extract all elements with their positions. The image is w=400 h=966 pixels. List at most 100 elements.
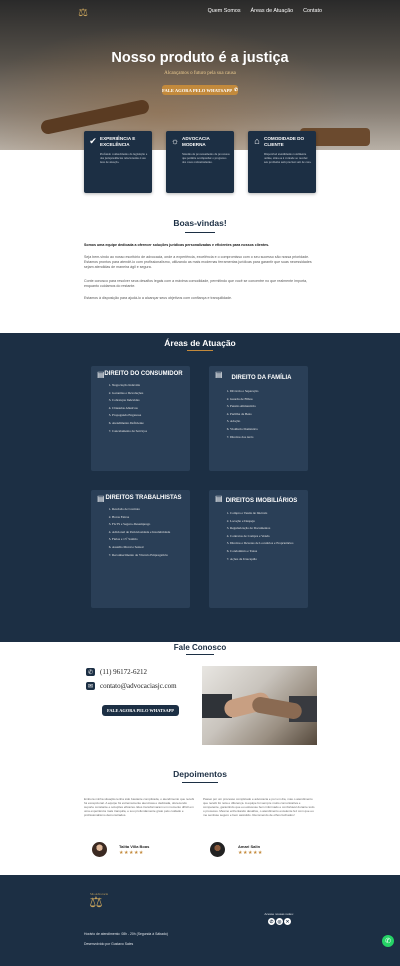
divider xyxy=(187,350,213,351)
rating-stars: ★★★★★ xyxy=(119,850,144,856)
area-card-imobiliarios: ▤ DIREITOS IMOBILIÁRIOS Compra e Venda d… xyxy=(209,490,308,608)
list-item: Adicional de Periculosidade e Insalubrid… xyxy=(112,529,185,537)
handshake-image xyxy=(202,666,317,745)
avatar xyxy=(92,842,107,857)
list-item: Compra e Venda de Imóveis xyxy=(230,510,303,518)
footer xyxy=(0,875,400,966)
list-item: Reconhecimento de Vínculo Empregatício xyxy=(112,552,185,560)
email-address: contato@advocaciasjc.com xyxy=(100,682,177,690)
area-card-title: DIREITOS IMOBILIÁRIOS xyxy=(225,498,298,504)
list-item: Divórcio e Separação xyxy=(230,388,303,396)
list-item: Ações de Usucapião xyxy=(230,556,303,564)
check-circle-icon: ✔ xyxy=(89,135,97,146)
list-item: Cláusulas Abusivas xyxy=(112,405,185,413)
contact-title: Fale Conosco xyxy=(173,643,227,652)
list-item: Cobranças Indevidas xyxy=(112,397,185,405)
document-icon: ▤ xyxy=(97,370,105,379)
contact-whatsapp-button[interactable]: FALE AGORA PELO WHATSAPP xyxy=(102,705,179,716)
twitter-icon[interactable]: ✕ xyxy=(284,918,291,925)
envelope-icon: ✉ xyxy=(86,682,95,690)
footer-credit: Desenvolvido por Gustavo Sales xyxy=(84,942,134,946)
lightbulb-icon: ☼ xyxy=(170,136,180,146)
scales-logo-icon: ⚖ xyxy=(89,894,103,911)
list-item: Guarda de Filhos xyxy=(230,396,303,404)
list-item: Rescisão de Contrato xyxy=(112,506,185,514)
list-item: Assédio Moral e Sexual xyxy=(112,544,185,552)
list-item: Garantias e Devoluções xyxy=(112,390,185,398)
instagram-icon[interactable]: ◎ xyxy=(276,918,283,925)
areas-section xyxy=(0,333,400,642)
floating-whatsapp-button[interactable]: ✆ xyxy=(382,935,394,947)
divider xyxy=(185,232,215,233)
contact-email[interactable]: ✉ contato@advocaciasjc.com xyxy=(86,682,177,690)
nav-areas[interactable]: Áreas de Atuação xyxy=(251,8,294,14)
testimonial-text: Embora minha situação tenha sido bastant… xyxy=(84,797,195,818)
area-list: Negociação Indevida Garantias e Devoluçõ… xyxy=(96,382,185,435)
scales-logo-icon[interactable]: ⚖ xyxy=(76,5,90,19)
list-item: Férias e 13º Salário xyxy=(112,536,185,544)
welcome-paragraph: Conte conosco para resolver seus desafio… xyxy=(84,279,308,288)
list-item: Propaganda Enganosa xyxy=(112,412,185,420)
welcome-paragraph: Seja bem-vindo ao nosso escritório de ad… xyxy=(84,255,312,269)
list-item: Horas Extras xyxy=(112,514,185,522)
feature-card-modern: ☼ ADVOCACIA MODERNA Sistema de processam… xyxy=(166,131,234,193)
list-item: Adoção xyxy=(230,418,303,426)
divider xyxy=(186,654,214,655)
list-item: Regularização de Documentos xyxy=(230,525,303,533)
list-item: Condomínio e Taxas xyxy=(230,548,303,556)
welcome-title: Boas-vindas! xyxy=(173,218,227,228)
list-item: Atendimento Deficiente xyxy=(112,420,185,428)
hero-subtitle: Alcançamos o futuro pela sua causa xyxy=(164,71,236,76)
list-item: Pensão Alimentícia xyxy=(230,403,303,411)
list-item: Partilha de Bens xyxy=(230,411,303,419)
list-item: Violência Doméstica xyxy=(230,426,303,434)
contact-phone[interactable]: ✆ (11) 96172-6212 xyxy=(86,668,147,676)
area-card-title: DIREITO DA FAMÍLIA xyxy=(231,375,292,381)
avatar xyxy=(210,842,225,857)
list-item: Contratos de Compra e Venda xyxy=(230,533,303,541)
area-card-title: DIREITO DO CONSUMIDOR xyxy=(104,371,183,377)
area-list: Divórcio e Separação Guarda de Filhos Pe… xyxy=(214,388,303,441)
whatsapp-icon: ✆ xyxy=(86,668,95,676)
list-item: FGTS e Seguro-Desemprego xyxy=(112,521,185,529)
feature-title: COMODIDADE DO CLIENTE xyxy=(264,136,305,147)
document-icon: ▤ xyxy=(215,370,223,379)
home-icon: ⌂ xyxy=(254,136,260,146)
welcome-paragraph: Estamos à disposição para ajudá-lo a alc… xyxy=(84,296,233,300)
phone-number: (11) 96172-6212 xyxy=(100,668,147,676)
list-item: Cancelamento de Serviços xyxy=(112,428,185,436)
feature-text: Sistema de processamento de processos qu… xyxy=(182,152,230,165)
document-icon: ▤ xyxy=(97,494,105,503)
hero-title: Nosso produto é a justiça xyxy=(111,50,289,66)
feature-card-comfort: ⌂ COMODIDADE DO CLIENTE Disponível atend… xyxy=(248,131,316,193)
list-item: Direitos e Deveres de Locatários e Propr… xyxy=(230,540,303,548)
area-card-consumidor: ▤ DIREITO DO CONSUMIDOR Negociação Indev… xyxy=(91,366,190,471)
main-nav: Quem Somos Áreas de Atuação Contato xyxy=(208,8,322,14)
nav-contato[interactable]: Contato xyxy=(303,8,322,14)
divider xyxy=(182,782,218,783)
document-icon: ▤ xyxy=(215,494,223,503)
rating-stars: ★★★★★ xyxy=(238,850,263,856)
area-card-familia: ▤ DIREITO DA FAMÍLIA Divórcio e Separaçã… xyxy=(209,366,308,471)
list-item: Locação e Despejo xyxy=(230,518,303,526)
feature-title: EXPERIÊNCIA E EXCELÊNCIA xyxy=(100,136,136,147)
footer-hours: Horário de atendimento: 08h - 20h (Segun… xyxy=(84,932,168,936)
nav-quem-somos[interactable]: Quem Somos xyxy=(208,8,241,14)
areas-title: Áreas de Atuação xyxy=(164,338,236,348)
whatsapp-icon: ✆ xyxy=(385,938,391,945)
whatsapp-icon: ✆ xyxy=(234,87,238,92)
feature-title: ADVOCACIA MODERNA xyxy=(182,136,210,147)
list-item: Direitos dos Avós xyxy=(230,434,303,442)
whatsapp-icon[interactable]: ✆ xyxy=(268,918,275,925)
welcome-lead: Somos uma equipe dedicada a oferecer sol… xyxy=(84,243,270,247)
testimonial-name: Talita Villa Boas xyxy=(119,844,150,849)
testimonial-text: Passei por um processo complicado e advo… xyxy=(203,797,315,818)
list-item: Negociação Indevida xyxy=(112,382,185,390)
feature-card-experience: ✔ EXPERIÊNCIA E EXCELÊNCIA Profundo conh… xyxy=(84,131,152,193)
testimonials-title: Depoimentos xyxy=(173,769,227,779)
hero-whatsapp-button[interactable]: FALE AGORA PELO WHATSAPP ✆ xyxy=(162,85,238,95)
area-card-trabalhistas: ▤ DIREITOS TRABALHISTAS Rescisão de Cont… xyxy=(91,490,190,608)
area-list: Rescisão de Contrato Horas Extras FGTS e… xyxy=(96,506,185,559)
feature-text: Disponível atendimento totalmente online… xyxy=(264,152,312,165)
area-card-title: DIREITOS TRABALHISTAS xyxy=(105,495,182,501)
